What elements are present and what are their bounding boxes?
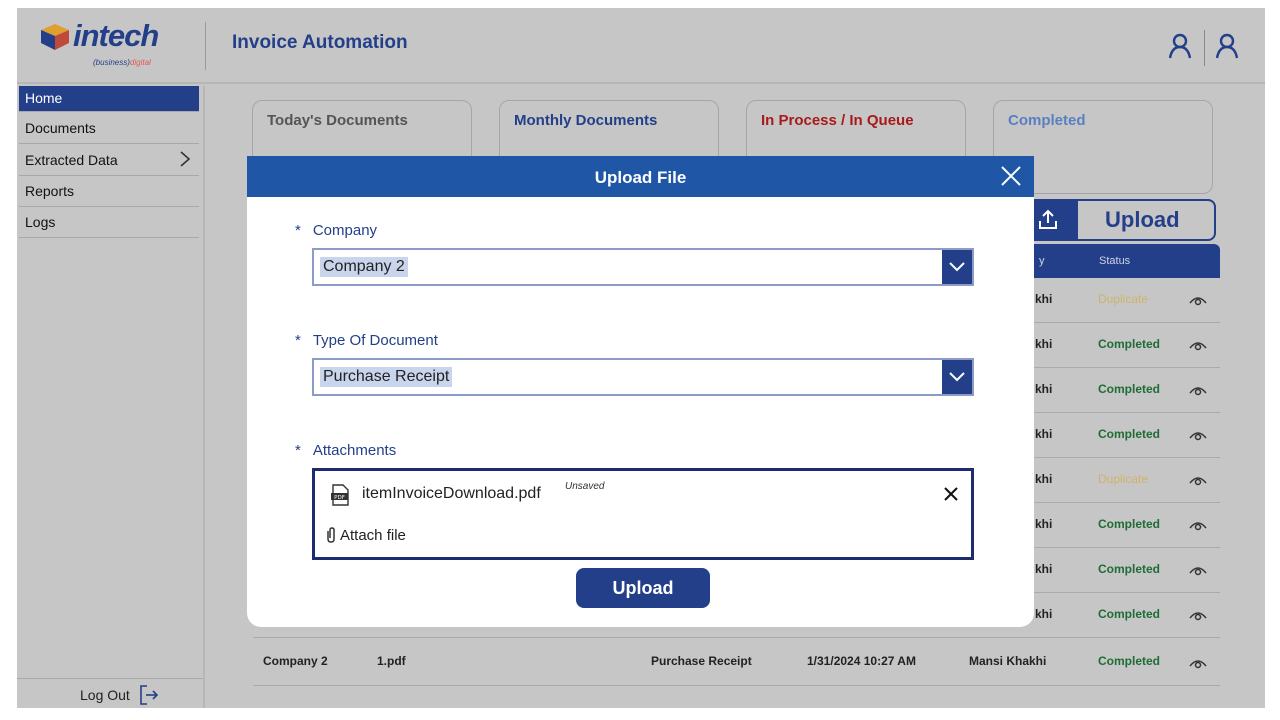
sidebar-item-extracted-data[interactable]: Extracted Data (19, 146, 199, 176)
logo: intech (business)digital (37, 16, 177, 72)
cell-uploaded-by: khi (1035, 517, 1053, 531)
company-field-label: * Company (295, 222, 378, 239)
eye-icon[interactable] (1188, 338, 1208, 352)
table-header: y Status (1017, 244, 1220, 278)
logo-tagline: (business)digital (93, 58, 151, 67)
paperclip-icon (327, 527, 335, 543)
document-type-selected-value: Purchase Receipt (320, 367, 453, 387)
pdf-file-icon: PDF (331, 484, 349, 506)
status-badge: Completed (1098, 607, 1161, 621)
attachments-field-label: * Attachments (295, 442, 397, 459)
status-badge: Completed (1098, 427, 1161, 441)
sidebar: Home Documents Extracted Data Reports Lo… (17, 86, 205, 708)
sidebar-item-home[interactable]: Home (19, 86, 199, 112)
dialog-title: Upload File (594, 168, 687, 187)
card-title: Monthly Documents (514, 112, 658, 129)
upload-file-dialog: Upload File * Company Company 2 * Type Of … (247, 156, 1034, 627)
cell-uploaded-by: khi (1035, 382, 1053, 396)
logo-wordmark: intech (73, 18, 159, 53)
sidebar-item-label: Documents (25, 120, 96, 136)
sidebar-item-label: Logs (25, 214, 56, 230)
status-badge: Duplicate (1098, 292, 1149, 306)
logout-button[interactable]: Log Out (17, 678, 203, 708)
cell-datetime: 1/31/2024 10:27 AM (807, 654, 916, 668)
header-divider (205, 22, 206, 70)
eye-icon[interactable] (1188, 563, 1208, 577)
cell-uploaded-by: khi (1035, 292, 1053, 306)
cell-file: 1.pdf (377, 654, 406, 668)
logo-cube-icon (41, 24, 69, 50)
eye-icon[interactable] (1188, 428, 1208, 442)
app-header: intech (business)digital Invoice Automat… (17, 8, 1265, 84)
attachment-file-name[interactable]: itemInvoiceDownload.pdf (362, 485, 541, 503)
logout-label: Log Out (80, 687, 130, 703)
cell-document-type: Purchase Receipt (651, 654, 752, 668)
sidebar-item-documents[interactable]: Documents (19, 114, 199, 144)
attachments-control: PDF itemInvoiceDownload.pdf Unsaved Atta… (312, 468, 974, 560)
company-dropdown[interactable]: Company 2 (312, 248, 974, 286)
logout-icon (140, 685, 159, 705)
dialog-header: Upload File (247, 156, 1034, 197)
profile-icon[interactable] (1214, 32, 1240, 60)
app-window: intech (business)digital Invoice Automat… (17, 8, 1265, 708)
eye-icon[interactable] (1188, 293, 1208, 307)
company-selected-value: Company 2 (320, 257, 408, 277)
sidebar-item-reports[interactable]: Reports (19, 177, 199, 207)
sidebar-item-label: Reports (25, 183, 75, 199)
attachment-unsaved-badge: Unsaved (565, 481, 605, 492)
sidebar-item-label: Home (25, 90, 63, 106)
header-icon-separator (1204, 30, 1205, 66)
card-title: In Process / In Queue (761, 112, 914, 129)
cell-uploaded-by: khi (1035, 562, 1053, 576)
attach-file-link[interactable]: Attach file (340, 527, 406, 544)
page-title: Invoice Automation (232, 32, 408, 53)
user-outline-icon[interactable] (1167, 32, 1193, 60)
cell-uploaded-by: Mansi Khakhi (969, 654, 1047, 668)
status-badge: Completed (1098, 517, 1161, 531)
cell-uploaded-by: khi (1035, 607, 1053, 621)
chevron-right-icon (180, 151, 191, 167)
document-type-dropdown[interactable]: Purchase Receipt (312, 358, 974, 396)
upload-icon (1039, 209, 1057, 229)
required-mark: * (295, 442, 301, 459)
cell-uploaded-by: khi (1035, 337, 1053, 351)
document-type-field-label: * Type Of Document (295, 332, 438, 349)
status-badge: Completed (1098, 562, 1161, 576)
sidebar-item-label: Extracted Data (25, 152, 118, 168)
eye-icon[interactable] (1188, 608, 1208, 622)
cell-uploaded-by: khi (1035, 472, 1053, 486)
svg-text:PDF: PDF (334, 495, 345, 501)
eye-icon[interactable] (1188, 656, 1208, 670)
status-badge: Duplicate (1098, 472, 1149, 486)
dialog-upload-button[interactable]: Upload (576, 568, 710, 608)
company-dropdown-button[interactable] (942, 250, 972, 284)
document-type-dropdown-button[interactable] (942, 360, 972, 394)
column-header-uploaded-by: y (1039, 255, 1045, 267)
eye-icon[interactable] (1188, 518, 1208, 532)
status-badge: Completed (1098, 654, 1161, 668)
column-header-status: Status (1099, 255, 1131, 267)
cell-uploaded-by: khi (1035, 427, 1053, 441)
status-badge: Completed (1098, 382, 1161, 396)
upload-button[interactable]: Upload (1017, 199, 1216, 241)
close-icon[interactable] (999, 164, 1023, 188)
cell-company: Company 2 (263, 654, 328, 668)
card-title: Completed (1008, 112, 1086, 129)
eye-icon[interactable] (1188, 473, 1208, 487)
chevron-down-icon (949, 372, 965, 382)
card-title: Today's Documents (267, 112, 408, 129)
chevron-down-icon (949, 262, 965, 272)
required-mark: * (295, 332, 301, 349)
status-badge: Completed (1098, 337, 1161, 351)
table-row[interactable]: Company 2 1.pdf Purchase Receipt 1/31/20… (253, 640, 1220, 686)
upload-button-label: Upload (1105, 207, 1180, 232)
sidebar-item-logs[interactable]: Logs (19, 208, 199, 238)
close-icon[interactable] (942, 485, 960, 503)
required-mark: * (295, 222, 301, 239)
eye-icon[interactable] (1188, 383, 1208, 397)
